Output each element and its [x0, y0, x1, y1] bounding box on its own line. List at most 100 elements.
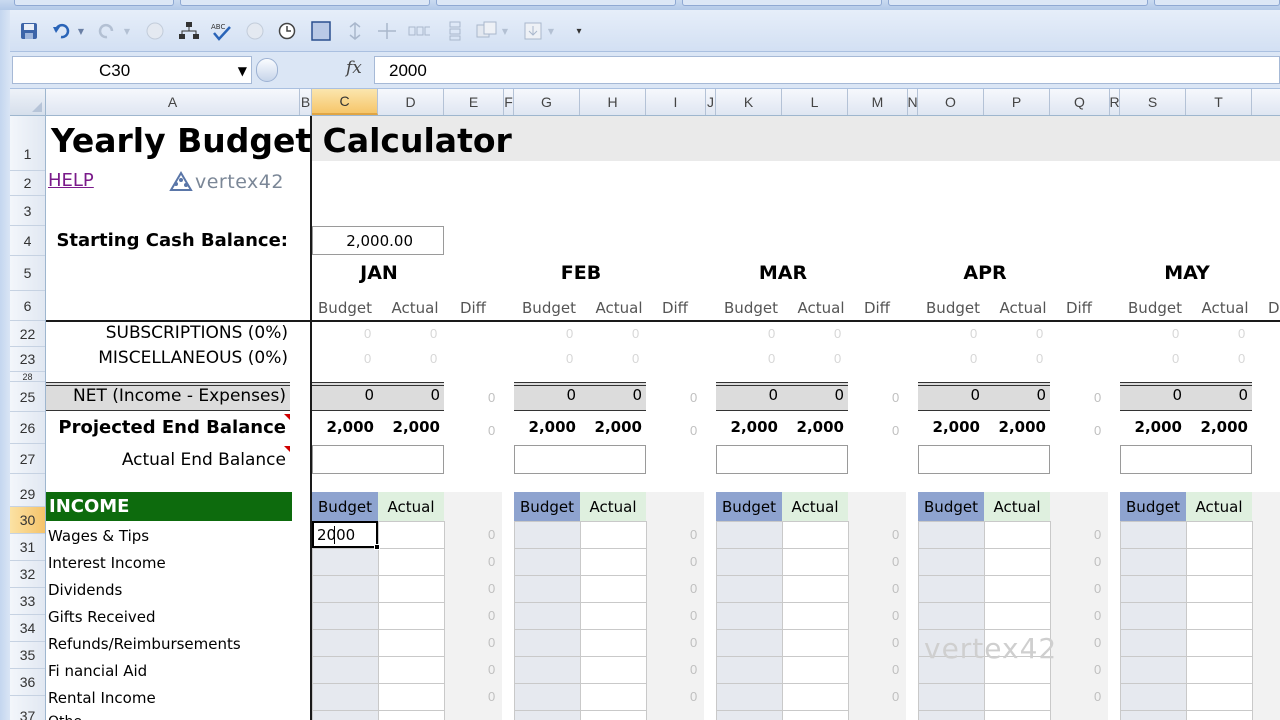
save-icon[interactable]	[18, 20, 40, 42]
formula-input[interactable]: 2000	[374, 56, 1280, 84]
row-header-34[interactable]: 34	[10, 615, 45, 642]
name-box[interactable]: C30 ▼	[12, 56, 252, 84]
column-header-S[interactable]: S	[1120, 89, 1186, 115]
circle-icon[interactable]	[144, 20, 166, 42]
income-diff-zero: 0	[488, 689, 496, 704]
comment-indicator-2	[284, 446, 290, 452]
sub-diff-jan: Diff	[459, 299, 487, 317]
row-header-33[interactable]: 33	[10, 588, 45, 615]
column-header-M[interactable]: M	[848, 89, 908, 115]
actual-end-may[interactable]	[1120, 445, 1252, 474]
undo-dropdown-icon[interactable]: ▼	[76, 22, 86, 40]
help-link[interactable]: HELP	[48, 170, 94, 191]
worksheet-grid[interactable]: Yearly Budget Calculator HELP vertex42 S…	[46, 116, 1280, 720]
proj-budget-jan: 2,000	[326, 418, 374, 436]
name-box-value: C30	[99, 61, 131, 80]
column-header-E[interactable]: E	[444, 89, 504, 115]
row-header-6[interactable]: 6	[10, 291, 45, 321]
projected-end-label: Projected End Balance	[58, 417, 286, 438]
org-chart-icon[interactable]	[178, 20, 200, 42]
row-header-22[interactable]: 22	[10, 321, 45, 347]
column-header-G[interactable]: G	[514, 89, 580, 115]
select-all-button[interactable]	[10, 89, 46, 115]
column-header-Q[interactable]: Q	[1050, 89, 1110, 115]
income-diff-zero: 0	[1094, 608, 1102, 623]
column-header-J[interactable]: J	[706, 89, 716, 115]
column-header-K[interactable]: K	[716, 89, 782, 115]
arrange-dropdown-icon[interactable]: ▼	[500, 22, 510, 40]
export-icon[interactable]	[522, 20, 544, 42]
column-header-R[interactable]: R	[1109, 89, 1120, 115]
undo-icon[interactable]	[50, 20, 72, 42]
actual-end-feb[interactable]	[514, 445, 646, 474]
income-diff-zero: 0	[488, 662, 496, 677]
column-headers: A B C D E F G H I J K L M N O P Q R S T	[10, 89, 1280, 116]
income-diff-zero: 0	[488, 635, 496, 650]
formula-bar-resize-handle[interactable]	[256, 58, 278, 82]
row-header-23[interactable]: 23	[10, 347, 45, 372]
proj-actual-feb: 2,000	[594, 418, 642, 436]
column-header-P[interactable]: P	[984, 89, 1050, 115]
column-header-L[interactable]: L	[782, 89, 848, 115]
column-header-B[interactable]: B	[300, 89, 312, 115]
column-header-I[interactable]: I	[646, 89, 706, 115]
row-header-5[interactable]: 5	[10, 256, 45, 291]
column-header-D[interactable]: D	[378, 89, 444, 115]
insert-function-icon[interactable]: fx	[346, 58, 362, 78]
starting-cash-label: Starting Cash Balance:	[56, 230, 288, 251]
active-cell-C30[interactable]: 2000	[312, 521, 380, 550]
circle-icon-2[interactable]	[244, 20, 266, 42]
move-icon[interactable]	[376, 20, 398, 42]
income-actual-hdr-apr: Actual	[993, 498, 1041, 516]
row-header-30[interactable]: 30	[10, 507, 45, 534]
month-jan: JAN	[360, 262, 398, 284]
row-header-1[interactable]: 1	[10, 116, 45, 171]
column-header-N[interactable]: N	[907, 89, 918, 115]
clock-icon[interactable]	[276, 20, 298, 42]
column-header-F[interactable]: F	[504, 89, 514, 115]
net-diff-feb: 0	[690, 390, 698, 405]
chevron-down-icon[interactable]: ▼	[238, 64, 247, 78]
redo-dropdown-icon[interactable]: ▼	[122, 22, 132, 40]
sub-actual-feb: Actual	[595, 299, 643, 317]
customize-icon[interactable]: ▾	[572, 22, 586, 40]
income-budget-hdr-apr: Budget	[924, 498, 978, 516]
fill-handle[interactable]	[374, 544, 380, 550]
redo-icon[interactable]	[96, 20, 118, 42]
row-header-36[interactable]: 36	[10, 669, 45, 696]
income-diff-zero: 0	[1094, 635, 1102, 650]
row-header-3[interactable]: 3	[10, 196, 45, 226]
row-header-27[interactable]: 27	[10, 444, 45, 474]
income-budget-hdr-mar: Budget	[722, 498, 776, 516]
stack-icon[interactable]	[444, 20, 466, 42]
column-header-T[interactable]: T	[1186, 89, 1252, 115]
net-budget-may: 0	[1172, 386, 1182, 404]
proj-budget-feb: 2,000	[528, 418, 576, 436]
actual-end-mar[interactable]	[716, 445, 848, 474]
sort-icon[interactable]	[344, 20, 366, 42]
square-icon[interactable]	[310, 20, 332, 42]
arrange-icon[interactable]	[476, 20, 498, 42]
spell-check-icon[interactable]: ABC	[210, 20, 232, 42]
actual-end-apr[interactable]	[918, 445, 1050, 474]
excel-window: { "qat": { "icons": ["save-icon","undo-i…	[0, 0, 1280, 720]
row-header-35[interactable]: 35	[10, 642, 45, 669]
starting-cash-input[interactable]: 2,000.00	[312, 226, 444, 255]
actual-end-jan[interactable]	[312, 445, 444, 474]
row-header-32[interactable]: 32	[10, 561, 45, 588]
row-header-28[interactable]: 28	[10, 372, 45, 382]
column-header-O[interactable]: O	[918, 89, 984, 115]
subscriptions-label: SUBSCRIPTIONS (0%)	[105, 323, 288, 343]
row-header-26[interactable]: 26	[10, 412, 45, 444]
row-header-37[interactable]: 37	[10, 696, 45, 720]
row-header-29[interactable]: 29	[10, 474, 45, 507]
export-dropdown-icon[interactable]: ▼	[546, 22, 556, 40]
row-header-2[interactable]: 2	[10, 171, 45, 196]
column-header-H[interactable]: H	[580, 89, 646, 115]
column-header-C[interactable]: C	[312, 89, 378, 115]
row-header-25[interactable]: 25	[10, 382, 45, 412]
row-header-31[interactable]: 31	[10, 534, 45, 561]
group-icon[interactable]	[408, 20, 430, 42]
column-header-A[interactable]: A	[46, 89, 300, 115]
row-header-4[interactable]: 4	[10, 226, 45, 256]
